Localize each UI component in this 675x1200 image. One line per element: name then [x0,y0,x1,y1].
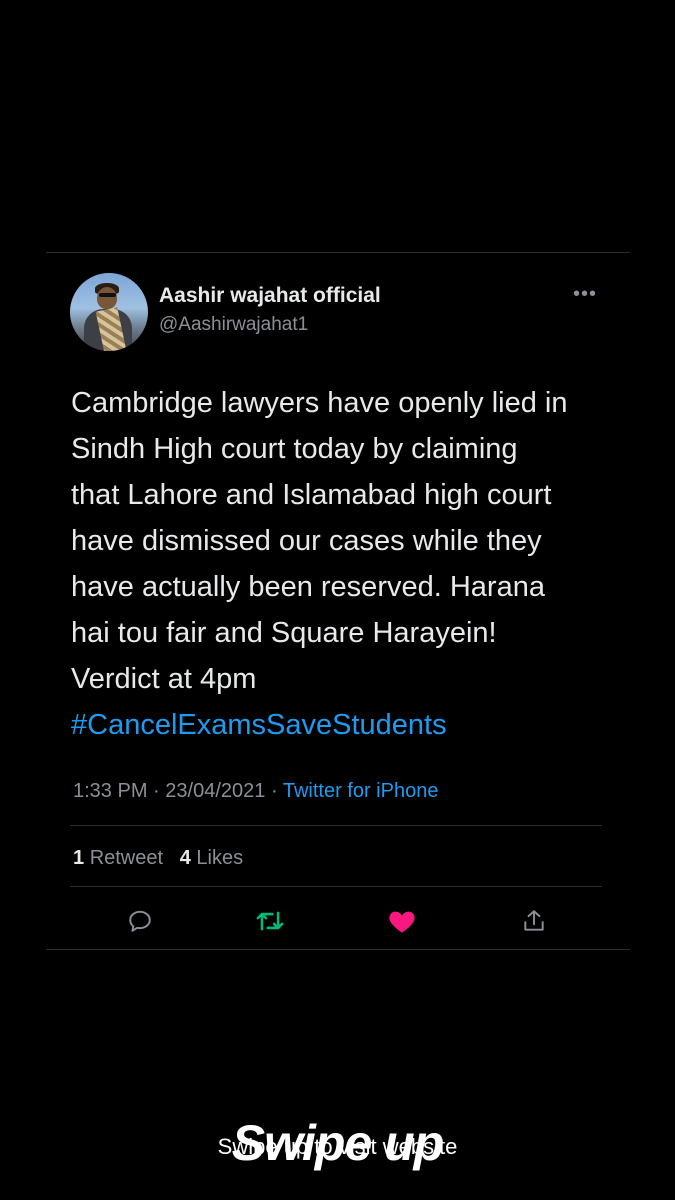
tweet-card[interactable]: Aashir wajahat official @Aashirwajahat1 … [46,252,630,950]
likes-label: Likes [196,847,244,869]
display-name[interactable]: Aashir wajahat official [159,284,381,308]
retweet-stat[interactable]: 1 Retweet [73,847,163,869]
meta-separator: · [270,780,278,802]
divider [70,825,602,826]
engagement-stats: 1 Retweet 4 Likes [73,847,243,870]
user-handle[interactable]: @Aashirwajahat1 [159,314,308,336]
reply-icon [129,910,151,932]
divider [70,886,602,887]
retweet-count: 1 [73,847,85,869]
likes-stat[interactable]: 4 Likes [180,847,243,869]
retweet-icon [256,911,284,931]
tweet-text: Cambridge lawyers have openly lied in Si… [71,387,568,695]
like-count: 4 [179,847,191,869]
share-button[interactable] [516,903,552,939]
hashtag-link[interactable]: #CancelExamsSaveStudents [71,702,447,748]
heart-icon [389,911,415,933]
tweet-source-link[interactable]: Twitter for iPhone [283,780,439,802]
avatar[interactable] [70,273,148,351]
retweet-label: Retweet [89,847,164,869]
swipe-up-logo[interactable]: Swipe up [0,1114,675,1172]
like-button[interactable] [384,903,420,939]
tweet-meta: 1:33 PM · 23/04/2021 · Twitter for iPhon… [73,780,438,803]
more-icon[interactable]: ••• [573,283,597,306]
share-icon [524,910,544,931]
reply-button[interactable] [122,903,158,939]
retweet-button[interactable] [252,903,288,939]
tweet-time: 1:33 PM [73,780,148,802]
tweet-date: 23/04/2021 [165,780,266,802]
meta-separator: · [153,780,160,802]
